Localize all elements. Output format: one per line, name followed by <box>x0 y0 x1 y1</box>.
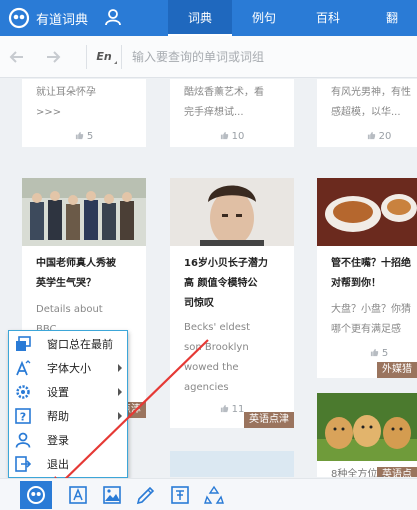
bottom-toolbar <box>0 478 417 510</box>
language-label: En <box>96 50 112 63</box>
app-title: 有道词典 <box>36 13 89 28</box>
card-snippet: 大盘？小盘？你猜 <box>331 304 411 315</box>
card-snippet: agencies <box>184 382 229 393</box>
card-title: 8种全方位… <box>331 469 388 477</box>
food-image <box>317 178 417 246</box>
youdao-logo-icon <box>8 7 30 29</box>
image-translate-icon[interactable] <box>102 485 122 505</box>
card-snippet: 哪个更有满足感 <box>331 324 401 335</box>
language-selector[interactable]: En <box>86 45 122 69</box>
user-icon <box>15 432 31 448</box>
help-icon: ? <box>15 408 31 424</box>
portrait-image <box>170 178 294 246</box>
thumbs-up-icon <box>75 131 83 140</box>
menu-item-label: 退出 <box>47 458 69 471</box>
article-card[interactable]: 有风光男神，有性 感超模，以华... 20 <box>317 79 417 147</box>
card-snippet: 感超模，以华... <box>331 107 401 118</box>
courses-icon[interactable] <box>170 485 190 505</box>
forward-arrow-icon[interactable] <box>44 48 62 66</box>
tab-dictionary[interactable]: 词典 <box>168 0 232 36</box>
thumbs-up-icon <box>220 131 228 140</box>
card-snippet: 酷炫香薰艺术，看 <box>184 87 264 98</box>
card-snippet: 有风光男神，有性 <box>331 87 411 98</box>
article-card[interactable]: 就让耳朵怀孕 >>> 5 <box>22 79 146 147</box>
card-title: 中国老师真人秀被 <box>36 258 116 269</box>
like-count[interactable]: 10 <box>170 131 294 142</box>
article-card[interactable]: 外媒猎 管不住嘴？十招绝 对帮到你！ 大盘？小盘？你猜 哪个更有满足感 5 <box>317 178 417 378</box>
card-snippet: wowed the <box>184 362 239 373</box>
card-title: 16岁小贝长子潜力 <box>184 258 268 269</box>
card-title: 对帮到你！ <box>331 278 381 289</box>
article-card[interactable]: 英语点 8种全方位… <box>317 393 417 477</box>
like-count[interactable]: 5 <box>317 348 417 359</box>
menu-item-label: 帮助 <box>47 410 69 423</box>
menu-item-label: 字体大小 <box>47 362 91 375</box>
menu-item-always-on-top[interactable]: 窗口总在最前 <box>9 332 127 356</box>
top-header: 有道词典 词典 例句 百科 翻 <box>0 0 417 36</box>
menu-item-login[interactable]: 登录 <box>9 428 127 452</box>
like-count[interactable]: 11 <box>170 404 294 415</box>
submenu-arrow-icon <box>118 412 122 420</box>
exit-icon <box>15 456 31 472</box>
submenu-arrow-icon <box>118 388 122 396</box>
card-title: 高 颜值令模特公 <box>184 278 258 289</box>
article-card[interactable] <box>170 451 294 477</box>
group-photo-image <box>22 178 146 246</box>
text-translate-icon[interactable] <box>68 485 88 505</box>
vocabulary-icon[interactable] <box>136 485 156 505</box>
like-count[interactable]: 20 <box>317 131 417 142</box>
article-card[interactable]: 英语点津 16岁小贝长子潜力 高 颜值令模特公 司惊叹 Becks' eldes… <box>170 178 294 428</box>
user-icon[interactable] <box>104 8 122 26</box>
card-title: 司惊叹 <box>184 298 214 309</box>
back-arrow-icon[interactable] <box>8 48 26 66</box>
tab-example-sentences[interactable]: 例句 <box>232 0 296 36</box>
tab-bar: 词典 例句 百科 翻 <box>168 0 417 36</box>
caret-icon <box>114 61 117 64</box>
window-icon <box>16 336 31 351</box>
menu-item-settings[interactable]: 设置 <box>9 380 127 404</box>
submenu-arrow-icon <box>118 364 122 372</box>
thumbs-up-icon <box>220 404 228 413</box>
menu-item-exit[interactable]: 退出 <box>9 452 127 476</box>
like-count[interactable]: 5 <box>22 131 146 142</box>
thumbs-up-icon <box>367 131 375 140</box>
card-snippet: >>> <box>36 107 62 118</box>
tab-translate[interactable]: 翻 <box>360 0 417 36</box>
card-snippet: son Brooklyn <box>184 342 249 353</box>
card-title: 英学生气哭？ <box>36 278 96 289</box>
card-snippet: Details about <box>36 304 103 315</box>
card-snippet: 完手痒想试... <box>184 107 244 118</box>
main-menu-button[interactable] <box>20 481 52 509</box>
thumbs-up-icon <box>370 348 378 357</box>
main-context-menu: 窗口总在最前 字体大小 设置 ? 帮助 登录 退出 <box>8 330 128 478</box>
menu-item-font-size[interactable]: 字体大小 <box>9 356 127 380</box>
menu-item-label: 设置 <box>47 386 69 399</box>
card-snippet: Becks' eldest <box>184 322 251 333</box>
search-bar: En <box>0 36 417 78</box>
menu-item-label: 登录 <box>47 434 69 447</box>
font-size-icon <box>16 360 31 376</box>
puppies-image <box>317 393 417 461</box>
menu-item-label: 窗口总在最前 <box>47 338 113 351</box>
article-card[interactable]: 酷炫香薰艺术，看 完手痒想试... 10 <box>170 79 294 147</box>
gear-icon <box>16 385 30 399</box>
category-tag: 外媒猎 <box>377 362 417 378</box>
youdao-menu-icon <box>27 486 45 504</box>
svg-text:?: ? <box>20 411 26 424</box>
card-title: 管不住嘴？十招绝 <box>331 258 411 269</box>
menu-item-help[interactable]: ? 帮助 <box>9 404 127 428</box>
tab-encyclopedia[interactable]: 百科 <box>296 0 360 36</box>
card-image <box>170 451 294 477</box>
recycle-icon[interactable] <box>204 485 224 505</box>
card-snippet: 就让耳朵怀孕 <box>36 87 96 98</box>
search-input[interactable] <box>132 45 402 69</box>
